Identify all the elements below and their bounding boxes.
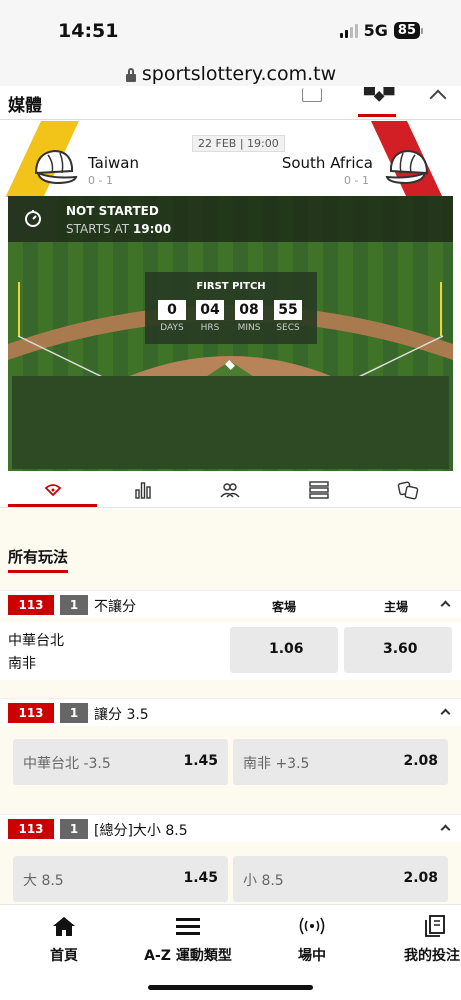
odds-button-total-under[interactable]: 小 8.5 2.08: [233, 856, 448, 902]
odds-button-handicap-left[interactable]: 中華台北 -3.5 1.45: [13, 739, 228, 785]
lineup-icon[interactable]: [218, 480, 242, 500]
countdown-hours: 04 HRS: [193, 300, 227, 333]
stats-icon[interactable]: [131, 480, 155, 500]
market-num-badge: 1: [60, 595, 88, 615]
match-status-panel: NOT STARTED STARTS AT 19:00: [8, 196, 453, 242]
column-home: 主場: [384, 600, 409, 614]
network-type: 5G: [363, 21, 388, 40]
match-date: 22 FEB | 19:00: [192, 135, 285, 152]
market-code-badge: 113: [8, 595, 54, 615]
bets-icon: [425, 915, 445, 937]
total-row: 大 8.5 1.45 小 8.5 2.08: [0, 843, 461, 902]
nav-live[interactable]: 場中: [292, 915, 332, 965]
countdown-seconds: 55 SECS: [271, 300, 305, 333]
match-header: Taiwan 0 - 1 South Africa 0 - 1 22 FEB |…: [0, 121, 461, 197]
url-text: sportslottery.com.tw: [141, 63, 337, 85]
countdown-minutes: 08 MINS: [232, 300, 266, 333]
chevron-up-icon[interactable]: [440, 824, 451, 835]
team2-name: 南非: [8, 656, 36, 672]
odds-button-total-over[interactable]: 大 8.5 1.45: [13, 856, 228, 902]
section-title: 所有玩法: [8, 548, 69, 566]
countdown-panel: FIRST PITCH 0 DAYS 04 HRS 08 MINS 55 SECS: [145, 272, 317, 344]
match-status: NOT STARTED: [66, 204, 159, 218]
status-bar: 14:51 5G 85: [0, 0, 461, 58]
status-icons: 5G 85: [339, 21, 423, 40]
nav-mybets[interactable]: 我的投注: [400, 915, 461, 965]
moneyline-row: 中華台北 南非 1.06 3.60: [0, 622, 461, 680]
nav-sports[interactable]: A-Z 運動類型: [138, 915, 238, 965]
lock-icon: [125, 67, 136, 82]
market-num-badge: 1: [60, 703, 88, 723]
active-tab-indicator: [8, 504, 97, 507]
active-tab-indicator: [358, 114, 396, 117]
media-title: 媒體: [8, 96, 42, 116]
market-header-total[interactable]: 113 1 [總分]大小 8.5: [0, 814, 461, 842]
media-header: 媒體 ▀◆▀: [0, 86, 461, 120]
match-tabs: [0, 472, 461, 508]
away-team-cap-icon: [385, 149, 429, 185]
handicap-row: 中華台北 -3.5 1.45 南非 +3.5 2.08: [0, 727, 461, 785]
list-icon[interactable]: [307, 480, 331, 500]
start-time: STARTS AT 19:00: [66, 222, 172, 236]
clock: 14:51: [58, 20, 119, 42]
dice-icon[interactable]: [396, 480, 420, 500]
timer-icon: [8, 196, 58, 242]
home-team-name: Taiwan: [88, 154, 140, 172]
market-header-handicap[interactable]: 113 1 讓分 3.5: [0, 698, 461, 726]
home-indicator: [148, 985, 313, 990]
team1-name: 中華台北: [8, 633, 64, 649]
signal-icon: [339, 23, 358, 38]
chevron-up-icon[interactable]: [429, 89, 447, 107]
market-header-moneyline[interactable]: 113 1 不讓分 客場 主場: [0, 590, 461, 618]
live-broadcast-icon: [299, 917, 325, 935]
odds-button-handicap-right[interactable]: 南非 +3.5 2.08: [233, 739, 448, 785]
home-icon: [53, 917, 75, 936]
column-away: 客場: [272, 600, 297, 614]
scoreboard-icon[interactable]: ▀◆▀: [364, 88, 394, 104]
market-code-badge: 113: [8, 819, 54, 839]
field-view: NOT STARTED STARTS AT 19:00 FIRST PITCH …: [8, 196, 453, 471]
field-icon[interactable]: [41, 480, 65, 500]
odds-button-away[interactable]: 1.06: [230, 627, 338, 673]
battery-level: 85: [393, 22, 420, 39]
away-team-record: 0 - 1: [344, 174, 369, 187]
market-title: 讓分 3.5: [94, 707, 149, 723]
tv-icon[interactable]: [302, 88, 322, 102]
section-title-underline: [8, 570, 68, 573]
market-title: [總分]大小 8.5: [94, 823, 188, 839]
home-team-record: 0 - 1: [88, 174, 113, 187]
scoreboard-panel: [12, 376, 449, 469]
chevron-up-icon[interactable]: [440, 708, 451, 719]
away-team-name: South Africa: [281, 154, 373, 172]
home-team-cap-icon: [34, 149, 78, 185]
market-title: 不讓分: [94, 599, 136, 615]
market-code-badge: 113: [8, 703, 54, 723]
odds-button-home[interactable]: 3.60: [344, 627, 452, 673]
chevron-up-icon[interactable]: [440, 600, 451, 611]
countdown-title: FIRST PITCH: [196, 281, 266, 292]
menu-icon: [176, 918, 200, 935]
market-num-badge: 1: [60, 819, 88, 839]
countdown-days: 0 DAYS: [155, 300, 189, 333]
battery-icon: 85: [393, 22, 423, 39]
nav-home[interactable]: 首頁: [44, 915, 84, 965]
